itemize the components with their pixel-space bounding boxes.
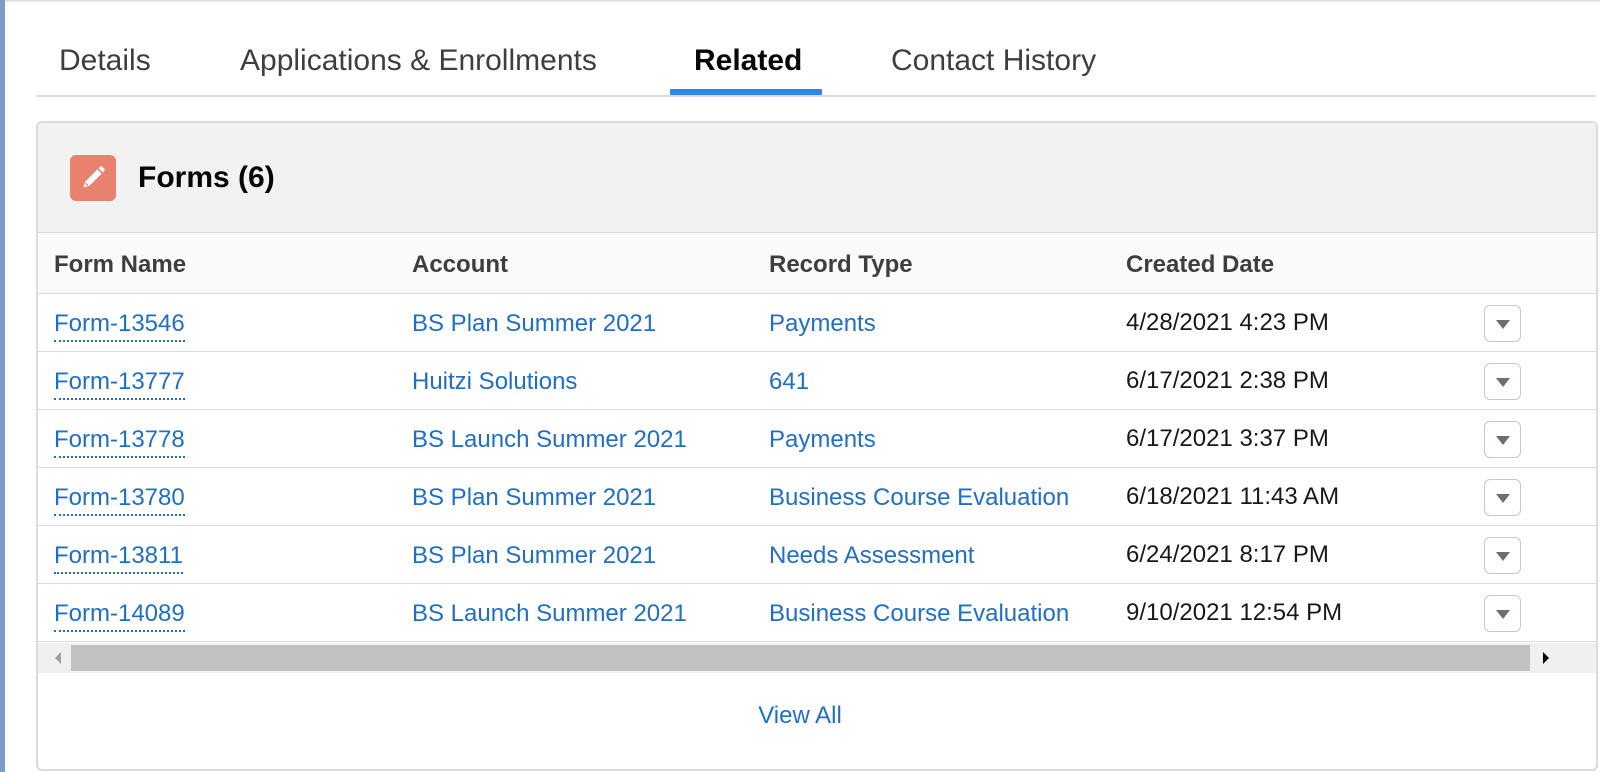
chevron-down-icon bbox=[1495, 319, 1510, 329]
account-link[interactable]: Huitzi Solutions bbox=[412, 367, 577, 397]
account-link[interactable]: BS Plan Summer 2021 bbox=[412, 309, 656, 339]
chevron-down-icon bbox=[1495, 435, 1510, 445]
created-date: 6/18/2021 11:43 AM bbox=[1126, 483, 1340, 510]
tab-details[interactable]: Details bbox=[59, 42, 151, 97]
view-all-link[interactable]: View All bbox=[38, 701, 1562, 731]
record-type-link[interactable]: Business Course Evaluation bbox=[769, 483, 1069, 513]
row-actions-button[interactable] bbox=[1484, 305, 1521, 342]
table-row: Form-13546 BS Plan Summer 2021 Payments … bbox=[38, 294, 1596, 352]
record-tabs: Details Applications & Enrollments Relat… bbox=[36, 30, 1596, 97]
table-row: Form-13778 BS Launch Summer 2021 Payment… bbox=[38, 410, 1596, 468]
table-row: Form-14089 BS Launch Summer 2021 Busines… bbox=[38, 584, 1596, 642]
record-type-link[interactable]: Payments bbox=[769, 309, 876, 339]
account-link[interactable]: BS Launch Summer 2021 bbox=[412, 599, 687, 629]
record-type-link[interactable]: 641 bbox=[769, 367, 809, 397]
row-actions-button[interactable] bbox=[1484, 595, 1521, 632]
form-name-link[interactable]: Form-13811 bbox=[54, 541, 183, 574]
table-row: Form-13780 BS Plan Summer 2021 Business … bbox=[38, 468, 1596, 526]
created-date: 6/17/2021 3:37 PM bbox=[1126, 425, 1329, 452]
forms-table: Form Name Account Record Type Created Da… bbox=[38, 233, 1596, 642]
chevron-down-icon bbox=[1495, 551, 1510, 561]
account-link[interactable]: BS Launch Summer 2021 bbox=[412, 425, 687, 455]
table-row: Form-13811 BS Plan Summer 2021 Needs Ass… bbox=[38, 526, 1596, 584]
record-type-link[interactable]: Business Course Evaluation bbox=[769, 599, 1069, 629]
column-header-record-type[interactable]: Record Type bbox=[769, 250, 913, 280]
card-header: Forms (6) bbox=[38, 123, 1596, 233]
table-row: Form-13777 Huitzi Solutions 641 6/17/202… bbox=[38, 352, 1596, 410]
forms-related-list: Forms (6) Form Name Account Record Type … bbox=[36, 121, 1598, 771]
column-header-created-date[interactable]: Created Date bbox=[1126, 250, 1274, 280]
scroll-right-arrow-icon[interactable] bbox=[1534, 643, 1558, 673]
column-header-account[interactable]: Account bbox=[412, 250, 508, 280]
created-date: 9/10/2021 12:54 PM bbox=[1126, 599, 1343, 626]
column-header-form-name[interactable]: Form Name bbox=[54, 250, 186, 280]
horizontal-scrollbar[interactable] bbox=[38, 643, 1596, 673]
top-shadow bbox=[5, 0, 1600, 3]
created-date: 6/24/2021 8:17 PM bbox=[1126, 541, 1329, 568]
scroll-left-arrow-icon[interactable] bbox=[46, 643, 70, 673]
row-actions-button[interactable] bbox=[1484, 537, 1521, 574]
window-edge bbox=[0, 0, 5, 772]
form-name-link[interactable]: Form-14089 bbox=[54, 599, 185, 632]
created-date: 6/17/2021 2:38 PM bbox=[1126, 367, 1329, 394]
record-type-link[interactable]: Payments bbox=[769, 425, 876, 455]
form-name-link[interactable]: Form-13780 bbox=[54, 483, 185, 516]
account-link[interactable]: BS Plan Summer 2021 bbox=[412, 541, 656, 571]
form-name-link[interactable]: Form-13546 bbox=[54, 309, 185, 342]
row-actions-button[interactable] bbox=[1484, 363, 1521, 400]
chevron-down-icon bbox=[1495, 493, 1510, 503]
chevron-down-icon bbox=[1495, 609, 1510, 619]
active-tab-indicator bbox=[670, 89, 822, 95]
card-title[interactable]: Forms (6) bbox=[138, 160, 275, 196]
tab-applications-enrollments[interactable]: Applications & Enrollments bbox=[240, 42, 597, 97]
tab-contact-history[interactable]: Contact History bbox=[891, 42, 1096, 97]
chevron-down-icon bbox=[1495, 377, 1510, 387]
row-actions-button[interactable] bbox=[1484, 421, 1521, 458]
form-name-link[interactable]: Form-13778 bbox=[54, 425, 185, 458]
created-date: 4/28/2021 4:23 PM bbox=[1126, 309, 1329, 336]
edit-pencil-icon bbox=[70, 155, 116, 201]
row-actions-button[interactable] bbox=[1484, 479, 1521, 516]
account-link[interactable]: BS Plan Summer 2021 bbox=[412, 483, 656, 513]
record-type-link[interactable]: Needs Assessment bbox=[769, 541, 974, 571]
scrollbar-thumb[interactable] bbox=[71, 645, 1530, 671]
form-name-link[interactable]: Form-13777 bbox=[54, 367, 185, 400]
table-header-row: Form Name Account Record Type Created Da… bbox=[38, 233, 1596, 294]
